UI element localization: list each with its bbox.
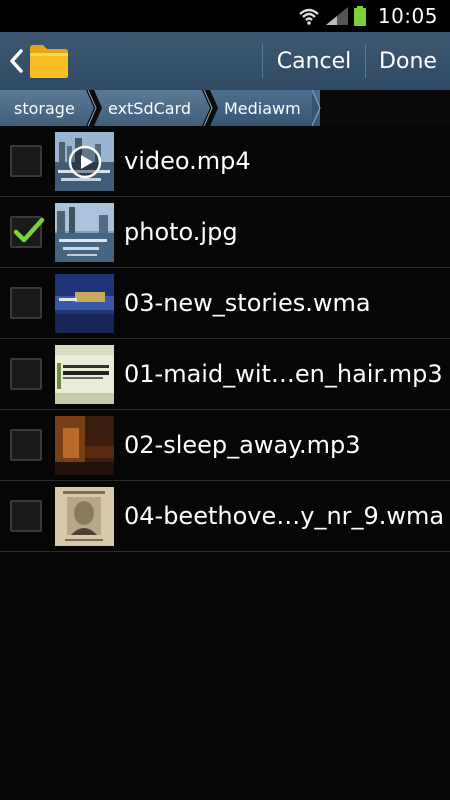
- breadcrumb: storage extSdCard Mediawm: [0, 90, 450, 126]
- breadcrumb-separator: [202, 90, 218, 126]
- file-name: 04-beethove…y_nr_9.wma: [124, 502, 445, 530]
- list-item[interactable]: 03-new_stories.wma: [0, 268, 450, 339]
- checkmark-icon: [13, 217, 45, 243]
- video-thumbnail: [55, 131, 114, 191]
- list-item[interactable]: 02-sleep_away.mp3: [0, 410, 450, 481]
- breadcrumb-item-mediawm[interactable]: Mediawm: [210, 90, 321, 126]
- file-list: video.mp4 photo.jpg 03-new_stories.wma 0…: [0, 126, 450, 552]
- status-bar: 10:05: [0, 0, 450, 32]
- file-name: 01-maid_wit…en_hair.mp3: [124, 360, 443, 388]
- checkbox[interactable]: [10, 287, 42, 319]
- checkbox[interactable]: [10, 358, 42, 390]
- album-art-thumbnail: [55, 486, 114, 546]
- file-name: video.mp4: [124, 147, 251, 175]
- album-art-thumbnail: [55, 273, 114, 333]
- checkbox[interactable]: [10, 145, 42, 177]
- checkbox[interactable]: [10, 500, 42, 532]
- folder-icon: [30, 45, 68, 78]
- back-button[interactable]: [0, 32, 70, 90]
- battery-icon: [353, 6, 366, 26]
- clock: 10:05: [377, 4, 438, 28]
- breadcrumb-separator: [312, 90, 321, 126]
- done-button[interactable]: Done: [366, 32, 450, 90]
- signal-icon: [325, 7, 348, 25]
- chevron-left-icon: [10, 49, 23, 73]
- breadcrumb-label: storage: [14, 98, 75, 118]
- breadcrumb-label: extSdCard: [108, 98, 192, 118]
- checkbox[interactable]: [10, 429, 42, 461]
- breadcrumb-label: Mediawm: [224, 98, 301, 118]
- wifi-icon: [299, 8, 319, 25]
- checkbox-checked[interactable]: [10, 216, 45, 248]
- file-name: 02-sleep_away.mp3: [124, 431, 361, 459]
- play-icon: [68, 145, 102, 178]
- list-item[interactable]: 04-beethove…y_nr_9.wma: [0, 481, 450, 552]
- action-bar: Cancel Done: [0, 32, 450, 90]
- list-item[interactable]: 01-maid_wit…en_hair.mp3: [0, 339, 450, 410]
- breadcrumb-item-extsdcard[interactable]: extSdCard: [94, 90, 218, 126]
- file-name: photo.jpg: [124, 218, 238, 246]
- list-item[interactable]: video.mp4: [0, 126, 450, 197]
- photo-thumbnail: [55, 202, 114, 262]
- album-art-thumbnail: [55, 415, 114, 475]
- list-item[interactable]: photo.jpg: [0, 197, 450, 268]
- breadcrumb-item-storage[interactable]: storage: [0, 90, 102, 126]
- breadcrumb-separator: [86, 90, 102, 126]
- album-art-thumbnail: [55, 344, 114, 404]
- file-name: 03-new_stories.wma: [124, 289, 371, 317]
- cancel-button[interactable]: Cancel: [263, 32, 365, 90]
